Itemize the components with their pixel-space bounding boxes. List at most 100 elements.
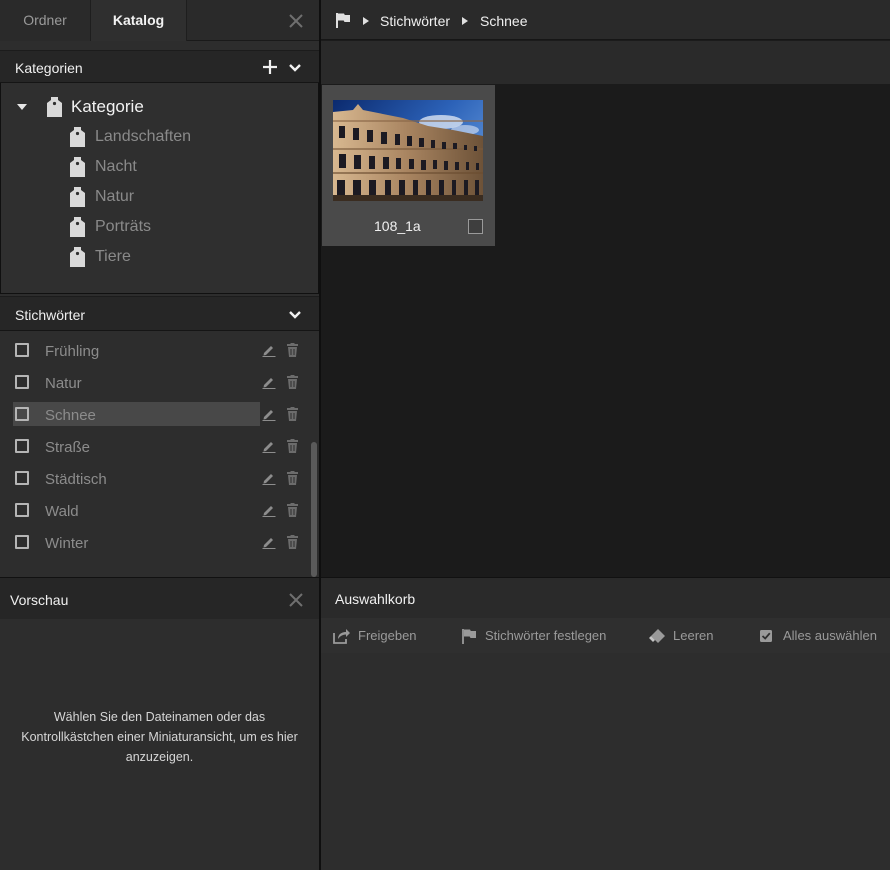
share-button[interactable]: Freigeben xyxy=(333,618,417,653)
pencil-icon[interactable] xyxy=(262,471,276,485)
tree-item-label: Porträts xyxy=(95,218,152,235)
trash-icon[interactable] xyxy=(286,439,299,453)
tree-item-label: Nacht xyxy=(95,158,137,175)
tag-icon xyxy=(70,247,85,267)
tree-item-natur[interactable]: Natur xyxy=(69,186,134,208)
vorschau-title: Vorschau xyxy=(10,592,69,608)
tree-item-tiere[interactable]: Tiere xyxy=(69,246,131,268)
pencil-icon[interactable] xyxy=(262,375,276,389)
pencil-icon[interactable] xyxy=(262,503,276,517)
keyword-row-wald[interactable]: Wald xyxy=(0,494,305,526)
kategorien-header: Kategorien xyxy=(0,50,319,83)
keyword-row-fruehling[interactable]: Frühling xyxy=(0,334,305,366)
tree-item-portraets[interactable]: Porträts xyxy=(69,216,151,238)
flag-icon xyxy=(462,628,476,644)
thumbnail-card[interactable]: 108_1a xyxy=(322,85,495,246)
share-label: Freigeben xyxy=(358,628,417,643)
tab-katalog[interactable]: Katalog xyxy=(91,0,187,41)
thumbnail-checkbox[interactable] xyxy=(468,219,483,234)
auswahlkorb-panel xyxy=(321,653,890,870)
auswahlkorb-title: Auswahlkorb xyxy=(335,591,416,607)
tag-icon xyxy=(70,187,85,207)
eraser-icon xyxy=(649,628,665,643)
pencil-icon[interactable] xyxy=(262,439,276,453)
grid-toolbar xyxy=(321,41,890,84)
auswahlkorb-toolbar: Freigeben Stichwörter festlegen Leeren A… xyxy=(321,618,890,653)
keyword-checkbox[interactable] xyxy=(15,503,29,517)
trash-icon[interactable] xyxy=(286,375,299,389)
clear-button[interactable]: Leeren xyxy=(648,618,713,653)
tree-item-label: Landschaften xyxy=(95,128,192,145)
left-sidebar: Ordner Katalog Kategorien Kategorie Land… xyxy=(0,0,319,870)
close-icon[interactable] xyxy=(287,591,305,609)
select-all-button[interactable]: Alles auswählen xyxy=(758,618,877,653)
thumbnail-image[interactable] xyxy=(333,100,483,201)
keyword-checkbox[interactable] xyxy=(15,439,29,453)
vorschau-panel: Wählen Sie den Dateinamen oder das Kontr… xyxy=(0,619,319,870)
keyword-checkbox[interactable] xyxy=(15,375,29,389)
breadcrumb-item-schnee[interactable]: Schnee xyxy=(480,13,527,29)
keyword-row-winter[interactable]: Winter xyxy=(0,526,305,558)
tree-item-landschaften[interactable]: Landschaften xyxy=(69,126,191,148)
flag-icon[interactable] xyxy=(335,12,351,29)
keyword-label[interactable]: Natur xyxy=(45,375,82,392)
tree-item-nacht[interactable]: Nacht xyxy=(69,156,137,178)
keyword-label[interactable]: Wald xyxy=(45,503,79,520)
keyword-label[interactable]: Städtisch xyxy=(45,471,107,488)
chevron-down-icon[interactable] xyxy=(286,59,304,77)
keyword-checkbox[interactable] xyxy=(15,535,29,549)
keyword-checkbox[interactable] xyxy=(15,343,29,357)
set-keywords-button[interactable]: Stichwörter festlegen xyxy=(460,618,606,653)
trash-icon[interactable] xyxy=(286,407,299,421)
keyword-row-schnee[interactable]: Schnee xyxy=(0,398,305,430)
breadcrumb: Stichwörter Schnee xyxy=(321,0,890,40)
keyword-label[interactable]: Winter xyxy=(45,535,88,552)
keyword-checkbox[interactable] xyxy=(15,471,29,485)
main-content: Stichwörter Schnee 108_1a Auswahlkorb Fr… xyxy=(321,0,890,870)
tag-icon xyxy=(47,97,62,117)
tree-root-label: Kategorie xyxy=(71,97,144,116)
share-icon xyxy=(333,628,350,644)
keyword-label[interactable]: Frühling xyxy=(45,343,99,360)
clear-label: Leeren xyxy=(673,628,714,643)
thumbnail-filename[interactable]: 108_1a xyxy=(374,218,421,234)
checkbox-icon xyxy=(760,629,772,642)
breadcrumb-item-stichwoerter[interactable]: Stichwörter xyxy=(380,13,450,29)
caret-right-icon xyxy=(462,17,468,25)
tag-icon xyxy=(70,157,85,177)
pencil-icon[interactable] xyxy=(262,343,276,357)
trash-icon[interactable] xyxy=(286,503,299,517)
vorschau-header: Vorschau xyxy=(0,577,319,619)
tree-item-label: Tiere xyxy=(95,248,131,265)
tag-icon xyxy=(70,217,85,237)
auswahlkorb-header: Auswahlkorb xyxy=(321,577,890,618)
tag-icon xyxy=(70,127,85,147)
chevron-down-icon[interactable] xyxy=(286,306,304,324)
vorschau-hint: Wählen Sie den Dateinamen oder das Kontr… xyxy=(21,710,298,764)
trash-icon[interactable] xyxy=(286,535,299,549)
pencil-icon[interactable] xyxy=(262,407,276,421)
pencil-icon[interactable] xyxy=(262,535,276,549)
kategorien-tree: Kategorie Landschaften Nacht Natur Portr… xyxy=(0,83,319,294)
trash-icon[interactable] xyxy=(286,471,299,485)
keyword-label[interactable]: Schnee xyxy=(45,407,96,424)
keyword-checkbox[interactable] xyxy=(15,407,29,421)
plus-icon[interactable] xyxy=(262,59,278,75)
stichwoerter-header: Stichwörter xyxy=(0,296,319,331)
tree-root-kategorie[interactable]: Kategorie xyxy=(17,96,144,118)
keyword-row-natur[interactable]: Natur xyxy=(0,366,305,398)
stichwoerter-list: Frühling Natur Schnee Straße Städtisch W… xyxy=(0,331,319,577)
caret-right-icon xyxy=(363,17,369,25)
tab-ordner[interactable]: Ordner xyxy=(0,0,91,41)
stichwoerter-title: Stichwörter xyxy=(15,307,86,323)
keyword-label[interactable]: Straße xyxy=(45,439,90,456)
close-icon[interactable] xyxy=(286,11,306,31)
caret-down-icon[interactable] xyxy=(17,102,27,112)
select-all-label: Alles auswählen xyxy=(783,628,877,643)
tree-item-label: Natur xyxy=(95,188,135,205)
sidebar-tabs: Ordner Katalog xyxy=(0,0,319,41)
trash-icon[interactable] xyxy=(286,343,299,357)
keyword-scrollbar[interactable] xyxy=(311,442,317,577)
keyword-row-strasse[interactable]: Straße xyxy=(0,430,305,462)
keyword-row-staedtisch[interactable]: Städtisch xyxy=(0,462,305,494)
